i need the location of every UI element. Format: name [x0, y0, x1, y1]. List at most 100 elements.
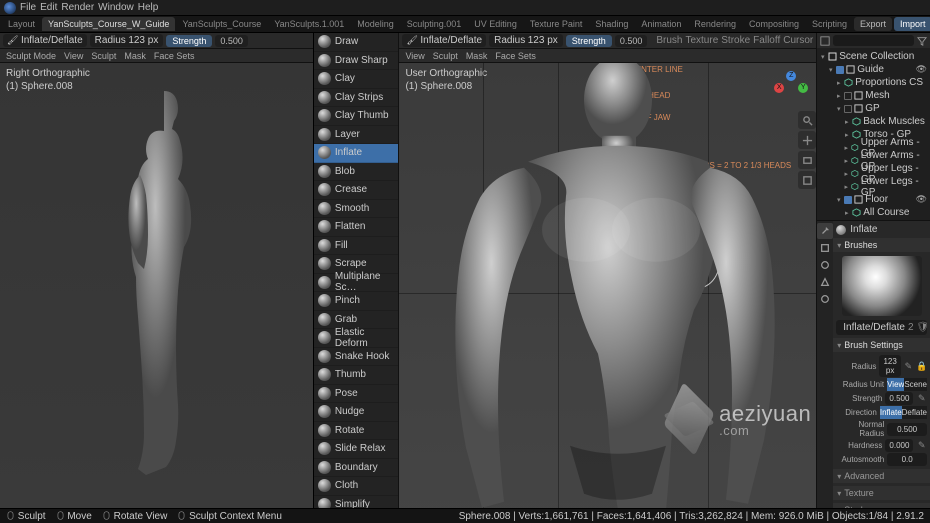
- brush-item[interactable]: Boundary: [314, 459, 399, 478]
- brush-item[interactable]: Layer: [314, 126, 399, 145]
- output-tab-icon[interactable]: [817, 257, 833, 273]
- normal-radius-value[interactable]: 0.500: [887, 423, 927, 436]
- filter-icon[interactable]: [917, 36, 927, 46]
- brush-item[interactable]: Elastic Deform: [314, 329, 399, 348]
- menu-cursor[interactable]: Cursor: [783, 35, 813, 46]
- hardness-value[interactable]: 0.000: [885, 439, 913, 452]
- workspace-tab[interactable]: Texture Paint: [524, 17, 589, 31]
- menu-window[interactable]: Window: [98, 2, 134, 13]
- workspace-tab[interactable]: UV Editing: [468, 17, 523, 31]
- tool-tab-icon[interactable]: [817, 223, 833, 239]
- brushes-section[interactable]: Brushes: [833, 238, 930, 252]
- menu-texture[interactable]: Texture: [685, 35, 718, 46]
- render-tab-icon[interactable]: [817, 240, 833, 256]
- brush-item[interactable]: Cloth: [314, 477, 399, 496]
- brush-item[interactable]: Fill: [314, 237, 399, 256]
- tree-node[interactable]: ▾GP: [817, 102, 930, 115]
- menu-view[interactable]: View: [405, 51, 424, 61]
- pressure-icon[interactable]: ✎: [916, 440, 927, 451]
- menu-edit[interactable]: Edit: [40, 2, 57, 13]
- workspace-tab[interactable]: Layout: [2, 17, 41, 31]
- menu-help[interactable]: Help: [138, 2, 159, 13]
- brush-item[interactable]: Thumb: [314, 366, 399, 385]
- menu-mask[interactable]: Mask: [124, 51, 146, 61]
- brush-item[interactable]: Multiplane Sc…: [314, 274, 399, 293]
- menu-facesets[interactable]: Face Sets: [154, 51, 195, 61]
- brush-item[interactable]: Pose: [314, 385, 399, 404]
- world-tab-icon[interactable]: [817, 291, 833, 307]
- menu-view[interactable]: View: [64, 51, 83, 61]
- subpanel[interactable]: Advanced: [833, 469, 930, 483]
- menu-sculpt[interactable]: Sculpt: [91, 51, 116, 61]
- visibility-icon[interactable]: 👁: [916, 65, 927, 74]
- outliner-search[interactable]: [833, 35, 914, 46]
- direction-toggle[interactable]: InflateDeflate: [880, 406, 927, 419]
- strength-button[interactable]: Strength: [566, 35, 612, 47]
- workspace-tab[interactable]: Modeling: [351, 17, 400, 31]
- brush-item[interactable]: Snake Hook: [314, 348, 399, 367]
- radius-field[interactable]: Radius 123 px: [489, 34, 563, 47]
- tree-node[interactable]: ▸Lower Legs - GP: [817, 180, 930, 193]
- tree-node[interactable]: ▸Back Muscles: [817, 115, 930, 128]
- strength-field[interactable]: 0.500: [615, 35, 648, 47]
- brush-item[interactable]: Inflate: [314, 144, 399, 163]
- brush-item[interactable]: Clay: [314, 70, 399, 89]
- fake-user-icon[interactable]: 🛡: [917, 322, 930, 333]
- brush-item[interactable]: Clay Thumb: [314, 107, 399, 126]
- brush-mode-dropdown[interactable]: 🖌 Inflate/Deflate: [3, 34, 87, 47]
- brush-item[interactable]: Smooth: [314, 200, 399, 219]
- brush-item[interactable]: Rotate: [314, 422, 399, 441]
- pressure-icon[interactable]: ✎: [916, 393, 927, 404]
- workspace-tab[interactable]: YanSculpts_Course_W_Guide: [42, 17, 175, 31]
- subpanel[interactable]: Texture: [833, 486, 930, 500]
- workspace-tab[interactable]: Sculpting.001: [401, 17, 468, 31]
- workspace-tab[interactable]: Scripting: [806, 17, 853, 31]
- menu-file[interactable]: File: [20, 2, 36, 13]
- workspace-tab[interactable]: Shading: [589, 17, 634, 31]
- brush-dropdown[interactable]: Inflate/Deflate 2 🛡 ✕: [836, 320, 927, 335]
- strength-value[interactable]: 0.500: [885, 392, 913, 405]
- brush-item[interactable]: Crease: [314, 181, 399, 200]
- lock-icon[interactable]: 🔒: [916, 361, 927, 372]
- brush-settings-section[interactable]: Brush Settings: [833, 338, 930, 352]
- menu-stroke[interactable]: Stroke: [721, 35, 750, 46]
- menu-falloff[interactable]: Falloff: [753, 35, 780, 46]
- workspace-tab[interactable]: YanSculpts.1.001: [268, 17, 350, 31]
- radius-value[interactable]: 123 px: [879, 355, 900, 377]
- workspace-tab[interactable]: Rendering: [688, 17, 742, 31]
- menu-sculpt[interactable]: Sculpt: [433, 51, 458, 61]
- workspace-tab[interactable]: YanSculpts_Course: [176, 17, 267, 31]
- brush-item[interactable]: Pinch: [314, 292, 399, 311]
- visibility-icon[interactable]: 👁: [916, 195, 927, 204]
- brush-item[interactable]: Clay Strips: [314, 89, 399, 108]
- tree-node[interactable]: ▸All Course: [817, 206, 930, 219]
- autosmooth-value[interactable]: 0.0: [887, 453, 927, 466]
- export-button[interactable]: Export: [854, 17, 892, 31]
- brush-item[interactable]: Nudge: [314, 403, 399, 422]
- brush-thumbnail[interactable]: [842, 256, 922, 316]
- brush-item[interactable]: Flatten: [314, 218, 399, 237]
- menu-brush[interactable]: Brush: [656, 35, 682, 46]
- radius-field[interactable]: Radius 123 px: [90, 34, 164, 47]
- menu-render[interactable]: Render: [61, 2, 94, 13]
- brush-item[interactable]: Draw: [314, 33, 399, 52]
- viewport-canvas[interactable]: Right Orthographic (1) Sphere.008: [0, 63, 313, 523]
- collection-checkbox[interactable]: [836, 66, 844, 74]
- workspace-tab[interactable]: Animation: [635, 17, 687, 31]
- brush-mode-dropdown[interactable]: 🖌 Inflate/Deflate: [402, 34, 486, 47]
- brush-item[interactable]: Slide Relax: [314, 440, 399, 459]
- tree-node[interactable]: ▾Guide👁: [817, 63, 930, 76]
- tree-node[interactable]: ▸Mesh: [817, 89, 930, 102]
- collection-checkbox[interactable]: [844, 196, 852, 204]
- strength-field[interactable]: 0.500: [215, 35, 248, 47]
- tree-root[interactable]: ▾ Scene Collection: [817, 50, 930, 63]
- viewport-canvas[interactable]: User Orthographic (1) Sphere.008 X Y Z: [399, 63, 816, 523]
- workspace-tab[interactable]: Compositing: [743, 17, 805, 31]
- menu-mask[interactable]: Mask: [466, 51, 488, 61]
- strength-button[interactable]: Strength: [166, 35, 212, 47]
- mode-selector[interactable]: Sculpt Mode: [6, 51, 56, 61]
- menu-facesets[interactable]: Face Sets: [495, 51, 536, 61]
- pressure-icon[interactable]: ✎: [904, 361, 913, 372]
- brush-item[interactable]: Draw Sharp: [314, 52, 399, 71]
- radius-unit-toggle[interactable]: ViewScene: [887, 378, 927, 391]
